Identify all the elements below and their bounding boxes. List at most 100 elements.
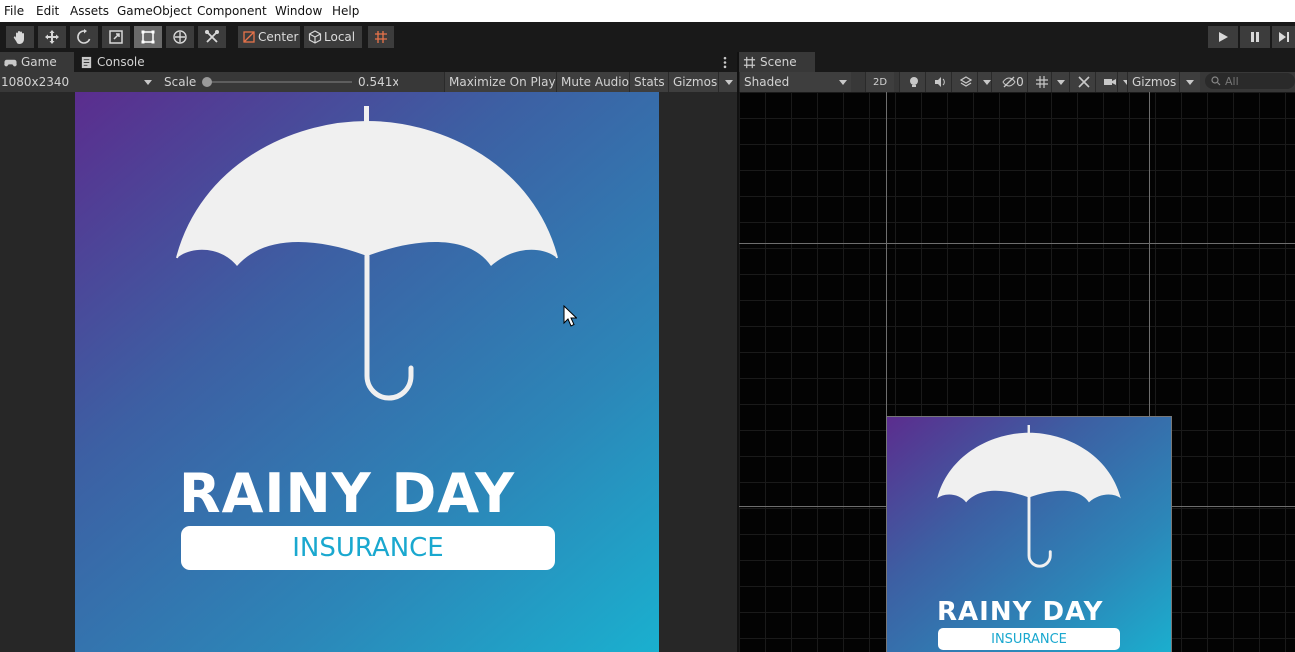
gizmos-dropdown[interactable]: [718, 72, 739, 92]
logo-subtitle: INSURANCE: [938, 628, 1120, 650]
logo-title: RAINY DAY: [937, 597, 1104, 627]
game-canvas: RAINY DAY INSURANCE: [75, 92, 659, 652]
scale-slider[interactable]: [202, 72, 352, 92]
mode-2d-toggle[interactable]: 2D: [865, 72, 894, 92]
scale-icon: [109, 30, 123, 44]
custom-tool-button[interactable]: [198, 26, 226, 48]
scale-slider-track: [206, 81, 352, 83]
move-icon: [45, 30, 59, 44]
space-label: Local: [324, 30, 356, 44]
scene-search-placeholder: All: [1225, 74, 1239, 88]
menu-help[interactable]: Help: [332, 4, 359, 18]
game-view[interactable]: RAINY DAY INSURANCE: [0, 92, 737, 652]
speaker-icon: [935, 77, 945, 87]
game-control-bar: 1080x2340 Scale 0.541x Maximize On Play …: [0, 72, 739, 93]
logo-subtitle: INSURANCE: [181, 526, 555, 570]
scene-grid-axis-line: [739, 243, 1295, 244]
scene-tab-strip: Scene: [739, 52, 1295, 72]
logo-title: RAINY DAY: [179, 462, 516, 525]
move-tool-button[interactable]: [38, 26, 66, 48]
umbrella-icon: [176, 106, 558, 401]
main-toolbar: Center Local: [0, 22, 1295, 52]
tab-console-label: Console: [97, 55, 145, 69]
panel-menu-button[interactable]: [718, 52, 732, 72]
pause-icon: [1251, 32, 1259, 42]
step-icon: [1278, 32, 1289, 42]
grid-snap-icon: [375, 31, 387, 43]
maximize-on-play-button[interactable]: Maximize On Play: [444, 72, 560, 92]
menu-file[interactable]: File: [4, 4, 24, 18]
stats-button[interactable]: Stats: [629, 72, 669, 92]
gamepad-icon: [4, 59, 17, 66]
pivot-label: Center: [258, 30, 299, 44]
space-local-toggle[interactable]: Local: [304, 26, 362, 48]
console-icon: [81, 56, 92, 68]
lighting-toggle[interactable]: [899, 72, 928, 92]
audio-toggle[interactable]: [925, 72, 954, 92]
menu-component[interactable]: Component: [197, 4, 267, 18]
play-icon: [1219, 32, 1228, 42]
grid-toggle-icon: [1036, 76, 1048, 88]
game-tab-strip: Game Console: [0, 52, 737, 72]
tools-icon: [205, 30, 219, 43]
mouse-cursor-icon: [563, 305, 577, 327]
kebab-menu-icon: [723, 56, 727, 68]
scale-label: Scale: [164, 75, 197, 89]
scene-canvas-object[interactable]: RAINY DAY INSURANCE: [886, 416, 1172, 652]
rotate-icon: [77, 29, 91, 44]
chevron-down-icon: [1057, 79, 1065, 85]
hand-icon: [13, 31, 24, 44]
gizmos-button[interactable]: Gizmos: [668, 72, 722, 92]
pause-button[interactable]: [1240, 26, 1270, 48]
step-button[interactable]: [1272, 26, 1295, 48]
camera-icon: [1104, 79, 1116, 85]
scale-value: 0.541x: [358, 75, 398, 89]
search-icon: [1211, 76, 1221, 86]
tab-scene[interactable]: Scene: [739, 52, 815, 72]
pivot-center-toggle[interactable]: Center: [238, 26, 300, 48]
rotate-tool-button[interactable]: [70, 26, 98, 48]
menu-assets[interactable]: Assets: [70, 4, 109, 18]
shading-mode-value: Shaded: [744, 75, 790, 89]
play-button[interactable]: [1208, 26, 1238, 48]
scale-slider-thumb[interactable]: [202, 77, 212, 87]
tab-scene-label: Scene: [760, 55, 797, 69]
tab-console[interactable]: Console: [76, 52, 156, 72]
chevron-down-icon: [1186, 79, 1194, 85]
menu-bar: File Edit Assets GameObject Component Wi…: [0, 0, 1295, 22]
resolution-dropdown[interactable]: 1080x2340: [0, 72, 158, 92]
chevron-down-icon: [983, 79, 991, 85]
umbrella-icon: [937, 425, 1121, 568]
transform-tool-button[interactable]: [166, 26, 194, 48]
tab-game-label: Game: [21, 55, 57, 69]
rect-tool-button[interactable]: [134, 26, 162, 48]
effects-toggle[interactable]: [951, 72, 980, 92]
menu-edit[interactable]: Edit: [36, 4, 59, 18]
hand-tool-button[interactable]: [6, 26, 34, 48]
scene-gizmos-dropdown[interactable]: [1179, 72, 1200, 92]
scene-control-bar: Shaded 2D 0 Gizmos All: [739, 72, 1295, 93]
scene-search-input[interactable]: All: [1205, 73, 1295, 89]
grid-dropdown[interactable]: [1051, 72, 1070, 92]
transform-icon: [173, 30, 187, 44]
chevron-down-icon: [839, 79, 847, 85]
scene-gizmos-button[interactable]: Gizmos: [1127, 72, 1181, 92]
lightbulb-icon: [910, 77, 918, 87]
menu-window[interactable]: Window: [275, 4, 322, 18]
cube-icon: [308, 30, 322, 44]
mute-audio-button[interactable]: Mute Audio: [556, 72, 633, 92]
rect-transform-icon: [141, 30, 155, 44]
menu-gameobject[interactable]: GameObject: [117, 4, 192, 18]
scale-tool-button[interactable]: [102, 26, 130, 48]
shading-mode-dropdown[interactable]: Shaded: [739, 72, 851, 92]
hidden-count: 0: [1016, 75, 1024, 89]
tab-game[interactable]: Game: [0, 52, 74, 72]
grid-snap-button[interactable]: [368, 26, 394, 48]
scene-view[interactable]: RAINY DAY INSURANCE: [739, 92, 1295, 652]
layers-icon: [960, 76, 972, 87]
pivot-icon: [243, 31, 255, 43]
scene-tools-button[interactable]: [1069, 72, 1098, 92]
tools-icon: [1078, 76, 1090, 88]
resolution-value: 1080x2340: [1, 75, 70, 89]
chevron-down-icon: [725, 79, 733, 85]
